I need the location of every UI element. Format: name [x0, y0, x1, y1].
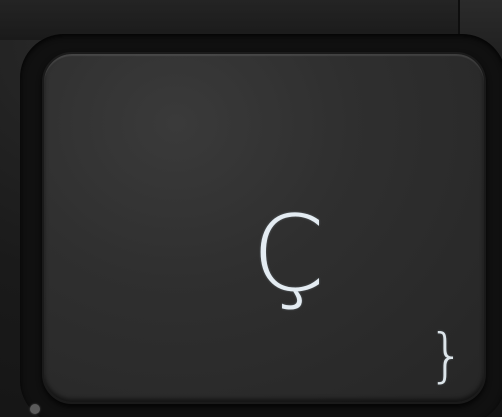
c-cedilla-key[interactable]: Ç } — [42, 52, 486, 404]
indicator-dot — [30, 404, 40, 414]
key-main-legend: Ç — [252, 193, 325, 315]
keyboard-closeup: Ç } — [0, 0, 502, 417]
key-alt-legend: } — [428, 321, 465, 389]
